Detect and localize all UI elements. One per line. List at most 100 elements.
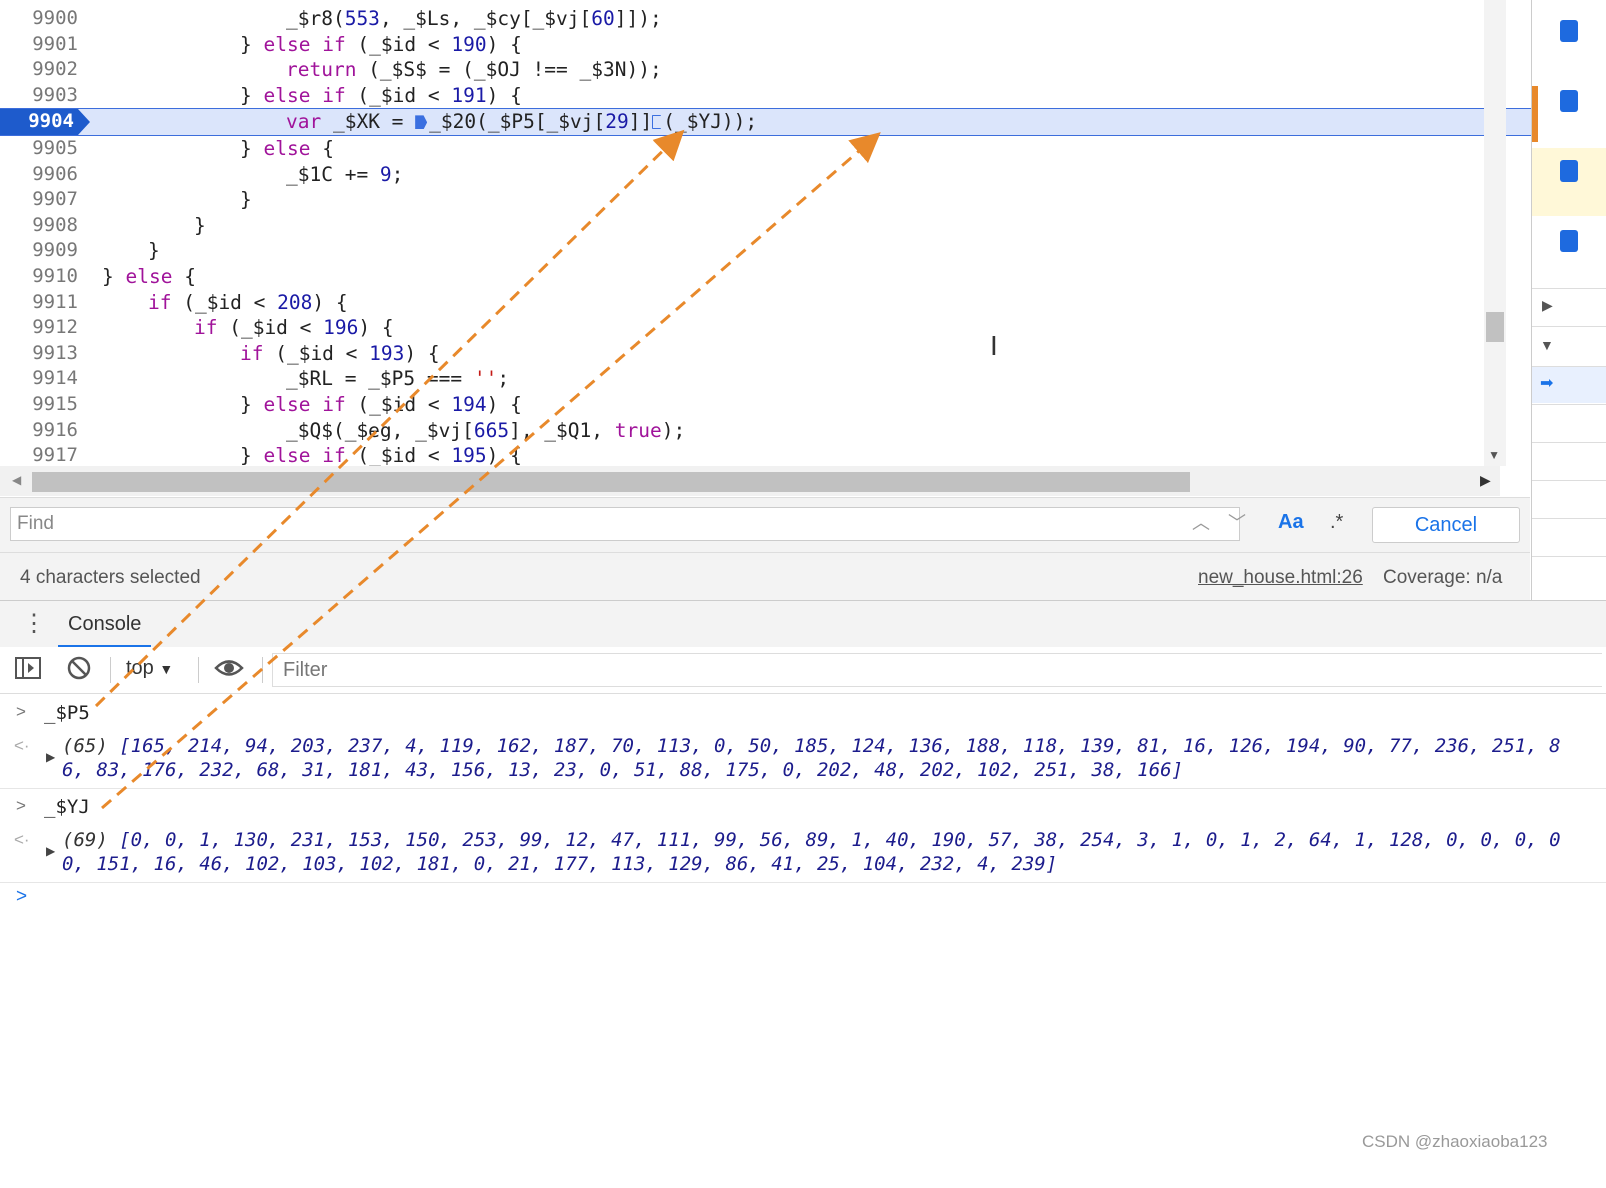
array-length: (65) (62, 735, 108, 757)
code-line[interactable]: 9910} else { (0, 264, 1538, 290)
line-number[interactable]: 9902 (0, 57, 78, 83)
breakpoint-checkbox[interactable] (1560, 230, 1578, 252)
expand-array-icon[interactable]: ▶ (46, 750, 55, 764)
scroll-down-arrow-icon[interactable]: ▼ (1488, 448, 1500, 462)
line-number[interactable]: 9909 (0, 238, 78, 264)
breakpoint-checkbox[interactable] (1560, 90, 1578, 112)
array-values-line-1: [0, 0, 1, 130, 231, 153, 150, 253, 99, 1… (119, 829, 1561, 851)
code-text: } else if (_$id < 190) { (240, 32, 522, 58)
coverage-status: Coverage: n/a (1383, 567, 1503, 588)
console-input-text: _$YJ (44, 796, 90, 818)
code-line[interactable]: 9909} (0, 238, 1538, 264)
code-tokens: if (_$id < 208) { (148, 290, 348, 314)
scroll-left-arrow-icon[interactable]: ◀ (12, 473, 21, 487)
line-number[interactable]: 9910 (0, 264, 78, 290)
section-scope[interactable]: ▶ (1532, 288, 1606, 325)
breakpoint-checkbox[interactable] (1560, 20, 1578, 42)
array-length: (69) (62, 829, 108, 851)
result-arrow-icon: <· (14, 830, 30, 849)
filter-input[interactable] (272, 653, 1602, 687)
more-menu-icon[interactable]: ⋮ (22, 609, 46, 638)
code-text: _$Q$(_$eg, _$vj[665], _$Q1, true); (286, 418, 685, 444)
find-next-icon[interactable]: ﹀ (1228, 509, 1246, 535)
code-line[interactable]: 9912 if (_$id < 196) { (0, 315, 1538, 341)
watermark: CSDN @zhaoxiaoba123 (1362, 1132, 1548, 1151)
code-text: if (_$id < 193) { (240, 341, 440, 367)
code-line[interactable]: 9916 _$Q$(_$eg, _$vj[665], _$Q1, true); (0, 418, 1538, 444)
console-prompt[interactable]: > (16, 886, 27, 908)
call-frame[interactable] (1532, 518, 1606, 555)
line-number[interactable]: 9917 (0, 443, 78, 469)
code-line[interactable]: 9911 if (_$id < 208) { (0, 290, 1538, 316)
console-output[interactable]: > _$P5 <· ▶ (65) [165, 214, 94, 203, 237… (0, 694, 1606, 1188)
line-number[interactable]: 9915 (0, 392, 78, 418)
line-number[interactable]: 9911 (0, 290, 78, 316)
code-line[interactable]: 9906 _$1C += 9; (0, 162, 1538, 188)
code-line[interactable]: 9917 } else if (_$id < 195) { (0, 443, 1538, 469)
line-number[interactable]: 9905 (0, 136, 78, 162)
source-file-link[interactable]: new_house.html:26 (1198, 567, 1363, 589)
code-line[interactable]: 9901 } else if (_$id < 190) { (0, 32, 1538, 58)
scroll-right-arrow-icon[interactable]: ▶ (1480, 472, 1491, 489)
code-tokens: if (_$id < 196) { (194, 316, 394, 340)
tab-console[interactable]: Console (58, 601, 152, 648)
code-text: var _$XK = _$20(_$P5[_$vj[29]] (_$YJ)); (286, 109, 757, 135)
code-text: } else { (240, 136, 334, 162)
line-number[interactable]: 9906 (0, 162, 78, 188)
code-text: } else if (_$id < 191) { (240, 83, 522, 109)
array-values-line-1: [165, 214, 94, 203, 237, 4, 119, 162, 18… (119, 735, 1561, 757)
selection-status: 4 characters selected (20, 567, 201, 588)
regex-button[interactable]: .* (1330, 511, 1343, 534)
expand-array-icon[interactable]: ▶ (46, 844, 55, 858)
console-result-row[interactable]: <· ▶ (65) [165, 214, 94, 203, 237, 4, 11… (0, 730, 1606, 789)
match-case-button[interactable]: Aa (1278, 511, 1304, 534)
code-line[interactable]: 9915} else if (_$id < 194) { (0, 392, 1538, 418)
code-line[interactable]: 9908} (0, 213, 1538, 239)
call-frame[interactable] (1532, 556, 1606, 593)
section-call-stack[interactable]: ▼ (1532, 326, 1606, 367)
code-line[interactable]: 9903 } else if (_$id < 191) { (0, 83, 1538, 109)
line-number[interactable]: 9908 (0, 213, 78, 239)
horizontal-scrollbar[interactable]: ◀ ▶ (0, 466, 1500, 496)
line-number[interactable]: 9916 (0, 418, 78, 444)
code-line-paused[interactable]: 9904 var _$XK = _$20(_$P5[_$vj[29]] (_$YJ)… (0, 108, 1538, 136)
console-result-row[interactable]: <· ▶ (69) [0, 0, 1, 130, 231, 153, 150, … (0, 824, 1606, 883)
call-frame[interactable] (1532, 442, 1606, 479)
code-lines: 9900 _$r8(553, _$Ls, _$cy[_$vj[60]]); 9901… (0, 6, 1538, 469)
dropdown-caret-icon: ▼ (159, 661, 174, 677)
clear-console-icon[interactable] (66, 655, 92, 687)
cancel-button[interactable]: Cancel (1372, 507, 1520, 543)
code-text: if (_$id < 196) { (194, 315, 394, 341)
line-number[interactable]: 9901 (0, 32, 78, 58)
vertical-scrollbar[interactable] (1484, 0, 1506, 466)
code-tokens: return (_$S$ = (_$OJ !== _$3N)); (286, 58, 662, 82)
debugger-sidebar: ▶ ▼ ➡ (1531, 0, 1606, 600)
vertical-scrollbar-thumb[interactable] (1486, 312, 1504, 342)
call-frame[interactable] (1532, 480, 1606, 517)
code-tokens: } else if (_$id < 190) { (240, 32, 522, 56)
line-number[interactable]: 9904 (0, 109, 90, 135)
find-input[interactable] (10, 507, 1240, 541)
line-number[interactable]: 9912 (0, 315, 78, 341)
horizontal-scrollbar-thumb[interactable] (32, 472, 1190, 492)
code-line[interactable]: 9902 return (_$S$ = (_$OJ !== _$3N)); (0, 57, 1538, 83)
line-number[interactable]: 9903 (0, 83, 78, 109)
code-line[interactable]: 9914 _$RL = _$P5 === ''; (0, 366, 1538, 392)
line-number[interactable]: 9913 (0, 341, 78, 367)
code-line[interactable]: 9913 if (_$id < 193) { (0, 341, 1538, 367)
code-line[interactable]: 9905 } else { (0, 136, 1538, 162)
line-number[interactable]: 9900 (0, 6, 78, 32)
code-editor[interactable]: 9900 _$r8(553, _$Ls, _$cy[_$vj[60]]); 9901… (0, 0, 1538, 477)
sidebar-toggle-icon[interactable] (14, 655, 42, 687)
context-select[interactable]: top ▼ (126, 657, 173, 680)
code-tokens: } else if (_$id < 195) { (240, 444, 522, 468)
call-frame-current[interactable]: ➡ (1532, 366, 1606, 403)
code-line[interactable]: 9907} (0, 187, 1538, 213)
line-number[interactable]: 9907 (0, 187, 78, 213)
live-expression-eye-icon[interactable] (214, 655, 244, 687)
breakpoint-checkbox[interactable] (1560, 160, 1578, 182)
line-number[interactable]: 9914 (0, 366, 78, 392)
find-previous-icon[interactable]: ︿ (1192, 509, 1210, 535)
call-frame[interactable] (1532, 404, 1606, 441)
code-line[interactable]: 9900 _$r8(553, _$Ls, _$cy[_$vj[60]]); (0, 6, 1538, 32)
